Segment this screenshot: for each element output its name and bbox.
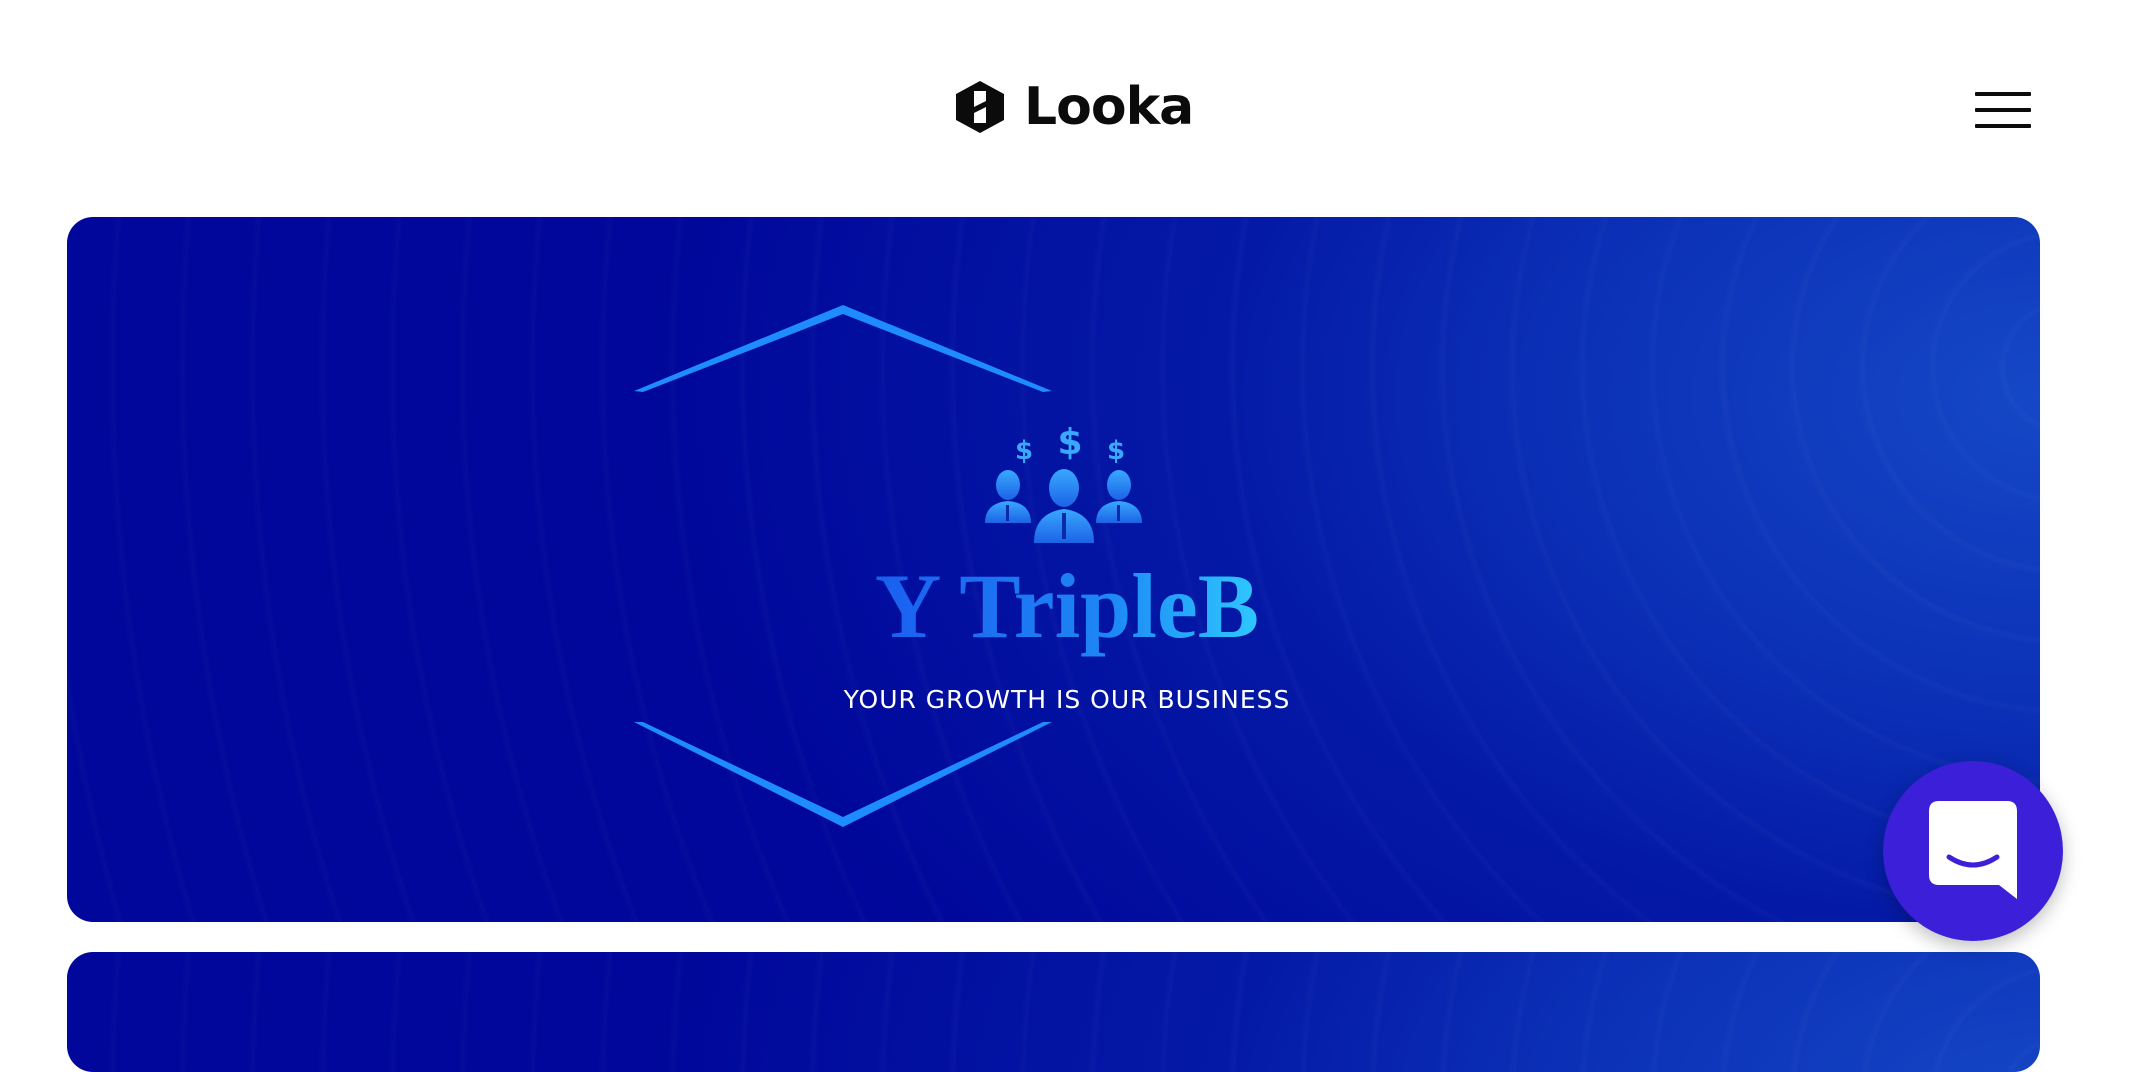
business-people-dollar-icon: $ $ $ — [985, 422, 1142, 543]
site-header: Looka — [0, 0, 2134, 200]
chat-launcher-button[interactable] — [1883, 761, 2063, 941]
logo-preview-card[interactable]: $ $ $ Y TripleB YOUR GROWTH IS OUR BUSIN… — [67, 217, 2040, 922]
logo-design: $ $ $ Y TripleB YOUR GROWTH IS OUR BUSIN… — [634, 305, 1291, 827]
logo-preview-card-next[interactable] — [67, 952, 2040, 1072]
hamburger-menu-button[interactable] — [1975, 90, 2031, 130]
looka-logo-icon — [956, 81, 1004, 133]
logo-brand-name: Y TripleB — [875, 555, 1259, 657]
dollar-sign-right: $ — [1107, 436, 1125, 466]
hamburger-menu-icon — [1975, 92, 2031, 128]
looka-logo[interactable]: Looka — [952, 77, 1194, 137]
hexagon-top-stroke — [634, 305, 1052, 392]
brand-name: Looka — [1024, 77, 1194, 137]
chat-bubble-icon — [1929, 801, 2017, 899]
hexagon-bottom-stroke — [634, 722, 1052, 827]
dollar-sign-center: $ — [1057, 422, 1082, 463]
dollar-sign-left: $ — [1015, 436, 1033, 466]
card-background-texture — [67, 952, 2040, 1072]
logo-tagline: YOUR GROWTH IS OUR BUSINESS — [843, 685, 1291, 714]
